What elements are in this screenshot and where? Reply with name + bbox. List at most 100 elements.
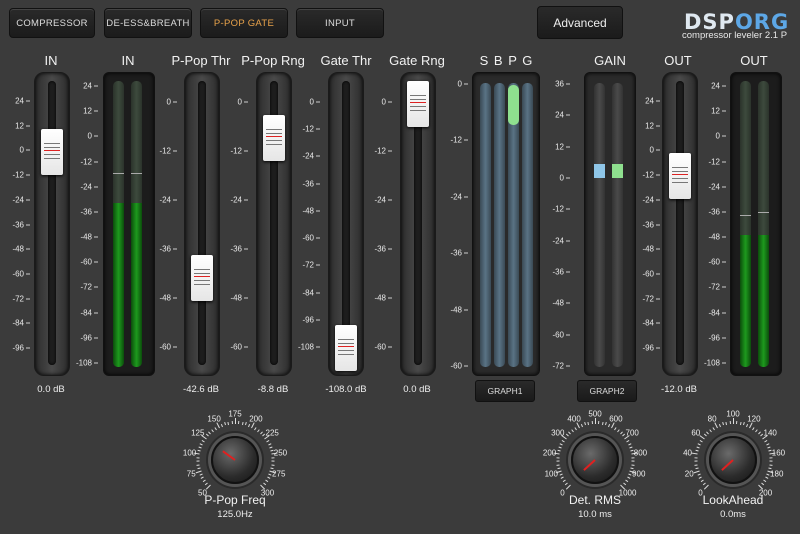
knob-tick <box>235 418 236 424</box>
knob-scale-label: 75 <box>186 469 196 479</box>
scale-tick: 0 <box>167 98 177 107</box>
knob-scale-label: 175 <box>228 409 242 419</box>
in-slider-handle[interactable] <box>41 129 63 175</box>
knob-tick <box>565 485 571 491</box>
det-rms-knob[interactable]: 0 100 200 300 400 500 600 700 800 900 1000 <box>540 405 650 500</box>
scale-tick: -72 <box>12 294 30 303</box>
scale-tick: -60 <box>302 234 320 243</box>
gate-rng-track[interactable] <box>400 72 436 376</box>
ppop-rng-value: -8.8 dB <box>257 384 289 395</box>
knob-tick <box>703 485 709 491</box>
ppop-rng-track[interactable] <box>256 72 292 376</box>
scale-tick: -24 <box>302 152 320 161</box>
scale-tick: -12 <box>450 136 468 145</box>
knob-tick <box>605 422 607 426</box>
out-slider-track[interactable] <box>662 72 698 376</box>
tab-p-pop-gate[interactable]: P-POP GATE <box>200 8 288 38</box>
knob-tick <box>556 464 560 466</box>
in-slider-track[interactable] <box>34 72 70 376</box>
scale-tick: -48 <box>450 305 468 314</box>
knob-tick <box>197 449 201 452</box>
knob-tick <box>196 457 200 459</box>
lookahead-knob[interactable]: 0 20 40 60 80 100 120 140 160 180 200 <box>678 405 788 500</box>
scale-tick: -36 <box>708 207 726 216</box>
knob-scale-label: 600 <box>609 414 623 424</box>
gate-thr-handle[interactable] <box>335 325 357 371</box>
ppop-thr-track[interactable] <box>184 72 220 376</box>
ppop-freq-knob[interactable]: 50 75 100 125 150 175 200 225 250 275 300 <box>180 405 290 500</box>
knob-face[interactable] <box>211 436 259 484</box>
advanced-button[interactable]: Advanced <box>537 6 623 39</box>
scale-tick: -60 <box>450 362 468 371</box>
knob-tick <box>259 431 263 435</box>
scale-tick: -24 <box>642 195 660 204</box>
scale-tick: -24 <box>80 182 98 191</box>
scale-tick: -108 <box>298 343 320 352</box>
graph1-button[interactable]: GRAPH1 <box>475 380 535 402</box>
scale-tick: -36 <box>12 220 30 229</box>
scale-tick: -48 <box>642 245 660 254</box>
knob-tick <box>262 482 266 486</box>
gate-rng-handle[interactable] <box>407 81 429 127</box>
knob-tick <box>205 482 209 486</box>
sbpg-bar-g <box>522 83 533 367</box>
knob-tick <box>587 421 590 425</box>
knob-tick <box>695 467 699 469</box>
knob-tick <box>214 426 217 430</box>
scale-tick: 0 <box>560 174 570 183</box>
out-slider-label: OUT <box>664 53 692 68</box>
scale-tick: -36 <box>80 207 98 216</box>
knob-tick <box>245 422 247 426</box>
tab-input[interactable]: INPUT <box>296 8 384 38</box>
knob-tick <box>197 467 201 469</box>
knob-tick <box>619 431 623 435</box>
scale-tick: 12 <box>645 121 660 130</box>
knob-tick <box>198 446 202 449</box>
knob-tick <box>729 421 731 425</box>
knob-scale-label: 140 <box>763 428 777 438</box>
knob-tick <box>624 479 629 483</box>
knob-tick <box>718 423 721 427</box>
scale-tick: 0 <box>20 146 30 155</box>
scale-tick: -12 <box>230 147 248 156</box>
knob-tick <box>238 421 240 425</box>
scale-tick: -24 <box>450 192 468 201</box>
sbpg-bar-p <box>508 83 519 367</box>
sbpg-meter <box>472 72 540 376</box>
ppop-rng-handle[interactable] <box>263 115 285 161</box>
out-slider-value: -12.0 dB <box>661 384 697 395</box>
scale-tick: 0 <box>310 98 320 107</box>
knob-tick <box>622 482 626 486</box>
knob-tick <box>764 439 768 443</box>
ppop-thr-scale: 0 -12 -24 -36 -48 -60 <box>147 98 177 352</box>
knob-tick <box>757 431 761 435</box>
ppop-rng-scale: 0 -12 -24 -36 -48 -60 <box>218 98 248 352</box>
scale-tick: -48 <box>708 233 726 242</box>
scale-tick: -12 <box>374 147 392 156</box>
knob-tick <box>703 482 707 486</box>
scale-tick: -36 <box>230 245 248 254</box>
scale-tick: -36 <box>552 268 570 277</box>
scale-tick: 0 <box>88 132 98 141</box>
knob-tick <box>271 460 275 462</box>
det-rms-value: 10.0 ms <box>578 509 612 520</box>
knob-scale-label: 100 <box>544 469 558 479</box>
knob-scale-label: 275 <box>272 469 286 479</box>
gate-thr-track[interactable] <box>328 72 364 376</box>
knob-tick <box>764 476 768 480</box>
knob-scale-label: 100 <box>726 409 740 419</box>
ppop-thr-handle[interactable] <box>191 255 213 301</box>
scale-tick: -24 <box>374 196 392 205</box>
out-slider-handle[interactable] <box>669 153 691 199</box>
scale-tick: 24 <box>555 111 570 120</box>
tab-compressor[interactable]: COMPRESSOR <box>9 8 95 38</box>
scale-tick: -60 <box>12 269 30 278</box>
gate-thr-scale: 0 -12 -24 -36 -48 -60 -72 -84 -96 -108 <box>290 98 320 352</box>
tab-de-ess-breath[interactable]: DE-ESS&BREATH <box>104 8 192 38</box>
knob-tick <box>208 431 212 435</box>
out-meter-label: OUT <box>740 53 768 68</box>
graph2-button[interactable]: GRAPH2 <box>577 380 637 402</box>
lookahead-label: LookAhead <box>702 493 764 507</box>
knob-tick <box>269 446 273 449</box>
scale-tick: -12 <box>552 205 570 214</box>
